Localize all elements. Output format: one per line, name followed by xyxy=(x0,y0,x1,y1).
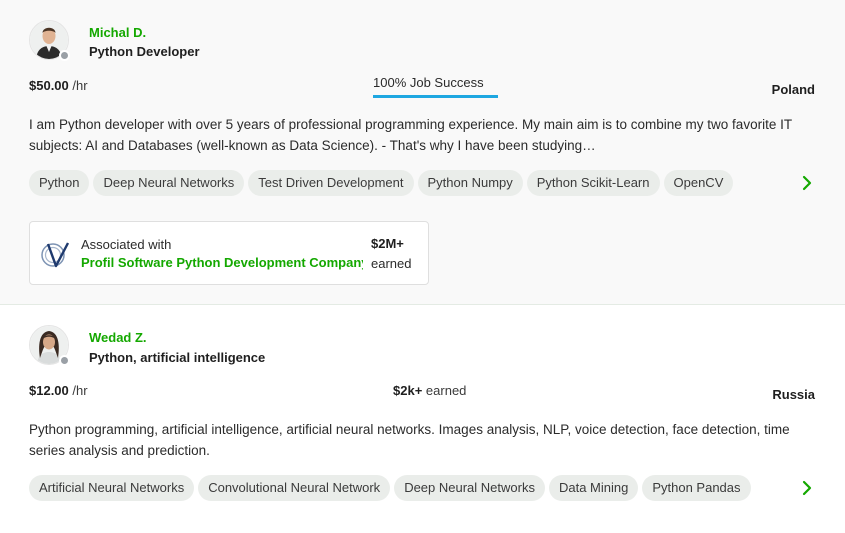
earned-label: earned xyxy=(425,383,467,398)
avatar[interactable] xyxy=(29,325,70,366)
rate-amount: $12.00 xyxy=(29,383,69,398)
freelancer-title: Python, artificial intelligence xyxy=(89,350,266,365)
skill-chip[interactable]: Deep Neural Networks xyxy=(394,475,545,501)
chevron-right-icon[interactable] xyxy=(800,173,814,193)
freelancer-title: Python Developer xyxy=(89,44,200,59)
freelancer-name[interactable]: Wedad Z. xyxy=(89,330,147,345)
earned-amount: $2k+ xyxy=(393,383,423,398)
job-success-label: 100% Job Success xyxy=(373,75,484,90)
status-indicator xyxy=(59,355,70,366)
avatar[interactable] xyxy=(29,20,70,61)
agency-earned-label: earned xyxy=(371,256,412,271)
skill-chip[interactable]: Convolutional Neural Network xyxy=(198,475,391,501)
agency-association[interactable]: Associated with Profil Software Python D… xyxy=(29,221,429,285)
job-success-bar xyxy=(373,95,498,98)
agency-logo-icon xyxy=(41,242,70,268)
agency-name-link[interactable]: Profil Software Python Development Compa… xyxy=(81,255,363,270)
skill-chip[interactable]: Python Pandas xyxy=(642,475,751,501)
rate-amount: $50.00 xyxy=(29,78,69,93)
agency-earned-amount: $2M+ xyxy=(371,236,404,251)
freelancer-description: Python programming, artificial intellige… xyxy=(29,422,790,458)
freelancer-card[interactable]: Michal D. Python Developer $50.00 /hr 10… xyxy=(0,0,845,305)
skill-chip[interactable]: Python Numpy xyxy=(417,170,523,196)
freelancer-description: I am Python developer with over 5 years … xyxy=(29,117,792,153)
skill-chip[interactable]: Test Driven Development xyxy=(248,170,414,196)
skill-chip[interactable]: Deep Neural Networks xyxy=(93,170,245,196)
skill-chip[interactable]: Python Scikit-Learn xyxy=(526,170,660,196)
chevron-right-icon[interactable] xyxy=(800,478,814,498)
skills-list: Artificial Neural Networks Convolutional … xyxy=(29,475,799,501)
skill-chip[interactable]: Artificial Neural Networks xyxy=(29,475,195,501)
country: Poland xyxy=(771,82,815,97)
skill-chip[interactable]: OpenCV xyxy=(663,170,734,196)
hourly-rate: $50.00 /hr xyxy=(29,78,88,93)
hourly-rate: $12.00 /hr xyxy=(29,383,88,398)
skill-chip[interactable]: Data Mining xyxy=(548,475,639,501)
freelancer-name[interactable]: Michal D. xyxy=(89,25,146,40)
rate-unit: /hr xyxy=(72,383,88,398)
freelancer-card[interactable]: Wedad Z. Python, artificial intelligence… xyxy=(0,306,845,533)
association-label: Associated with xyxy=(81,237,172,252)
status-indicator xyxy=(59,50,70,61)
rate-unit: /hr xyxy=(72,78,88,93)
skill-chip[interactable]: Python xyxy=(29,170,90,196)
total-earned: $2k+ earned xyxy=(393,383,466,398)
country: Russia xyxy=(772,387,815,402)
skills-list: Python Deep Neural Networks Test Driven De… xyxy=(29,170,799,196)
